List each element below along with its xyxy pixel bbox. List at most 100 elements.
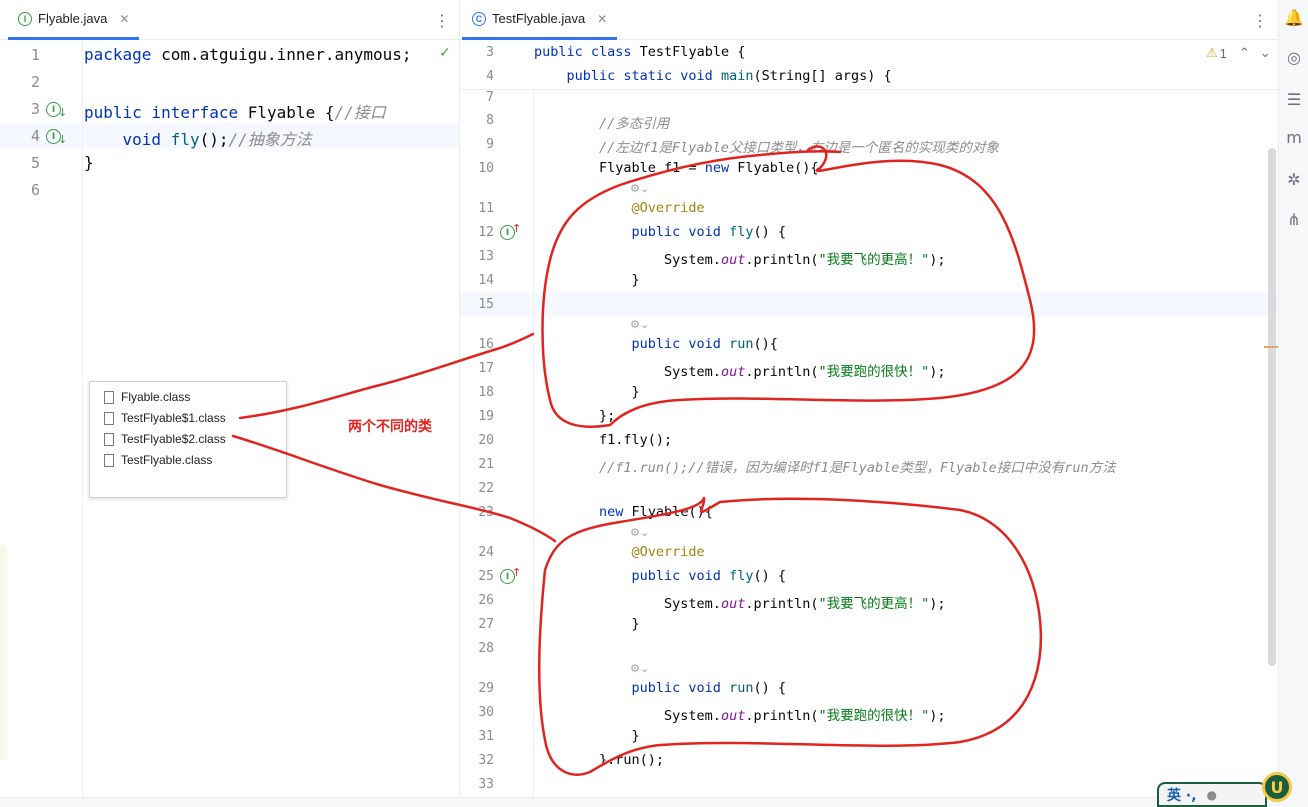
line-number[interactable]: 18 <box>460 385 494 400</box>
line-number[interactable]: 7 <box>460 90 494 105</box>
code-line[interactable]: public void fly() { <box>534 224 786 240</box>
line-number[interactable]: 10 <box>460 161 494 176</box>
code-line[interactable]: }; <box>534 408 615 424</box>
code-line[interactable]: @Override <box>534 544 705 560</box>
code-line[interactable]: System.out.println("我要跑的很快！"); <box>534 360 945 380</box>
line-number[interactable]: 12 <box>460 225 494 240</box>
ime-toolbar[interactable]: 英 ·, ● <box>1157 782 1267 807</box>
line-number[interactable]: 13 <box>460 249 494 264</box>
code-line[interactable]: package com.atguigu.inner.anymous; <box>84 45 412 64</box>
inspection-widget[interactable]: ⚠ 1 ⌃ ⌄ <box>1206 45 1271 61</box>
notifications-icon[interactable]: 🔔 <box>1284 8 1304 27</box>
code-line[interactable]: //多态引用 <box>534 112 669 132</box>
line-number[interactable]: 26 <box>460 593 494 608</box>
inlay-hint-icon[interactable]: ⚙⌄ <box>630 318 649 331</box>
code-line[interactable]: void fly();//抽象方法 <box>84 126 312 150</box>
line-number[interactable]: 6 <box>0 181 40 199</box>
code-token: (); <box>199 130 229 149</box>
line-number[interactable]: 20 <box>460 433 494 448</box>
code-line[interactable]: //f1.run();//错误，因为编译时f1是Flyable类型，Flyabl… <box>534 456 1116 476</box>
close-icon[interactable]: ✕ <box>597 12 607 26</box>
code-token: "我要跑的很快！" <box>818 364 930 380</box>
more-options-icon[interactable]: ⋮ <box>434 11 450 30</box>
code-token: ); <box>929 252 946 268</box>
close-icon[interactable]: ✕ <box>119 12 129 26</box>
code-line[interactable]: public interface Flyable {//接口 <box>84 99 386 123</box>
line-number[interactable]: 19 <box>460 409 494 424</box>
structure-icon[interactable]: ⋔ <box>1285 210 1303 229</box>
code-line[interactable]: } <box>534 616 640 632</box>
line-number[interactable]: 1 <box>0 46 40 64</box>
inlay-hint-icon[interactable]: ⚙⌄ <box>630 662 649 675</box>
code-line[interactable]: public class TestFlyable { <box>534 44 745 60</box>
code-token: System. <box>534 364 721 380</box>
ime-logo-icon[interactable]: U <box>1262 772 1292 802</box>
line-number[interactable]: 21 <box>460 457 494 472</box>
file-icon <box>104 432 114 446</box>
line-number[interactable]: 32 <box>460 753 494 768</box>
inlay-hint-icon[interactable]: ⚙⌄ <box>630 526 649 539</box>
line-number[interactable]: 8 <box>460 113 494 128</box>
line-number[interactable]: 24 <box>460 545 494 560</box>
line-number[interactable]: 4 <box>460 69 494 84</box>
code-token: "我要跑的很快！" <box>818 708 930 724</box>
code-line[interactable]: public void fly() { <box>534 568 786 584</box>
line-number[interactable]: 4 <box>0 127 40 145</box>
inlay-hint-icon[interactable]: ⚙⌄ <box>630 182 649 195</box>
line-number[interactable]: 25 <box>460 569 494 584</box>
line-number[interactable]: 27 <box>460 617 494 632</box>
code-line[interactable]: f1.fly(); <box>534 432 672 448</box>
code-line[interactable]: @Override <box>534 200 705 216</box>
code-token: .println( <box>745 364 819 380</box>
code-line[interactable]: System.out.println("我要飞的更高！"); <box>534 248 946 268</box>
ai-assistant-icon[interactable]: ◎ <box>1285 48 1303 67</box>
code-token: } <box>534 272 640 288</box>
annotation-label: 两个不同的类 <box>348 419 432 435</box>
no-problems-check-icon[interactable]: ✓ <box>439 45 451 61</box>
code-line[interactable]: }.run(); <box>534 752 664 768</box>
line-number[interactable]: 23 <box>460 505 494 520</box>
code-line[interactable]: } <box>534 272 640 288</box>
line-number[interactable]: 28 <box>460 641 494 656</box>
line-number[interactable]: 31 <box>460 729 494 744</box>
line-number[interactable]: 11 <box>460 201 494 216</box>
line-number[interactable]: 16 <box>460 337 494 352</box>
line-number[interactable]: 14 <box>460 273 494 288</box>
line-number[interactable]: 30 <box>460 705 494 720</box>
interface-icon: I <box>18 11 32 26</box>
line-number[interactable]: 33 <box>460 777 494 792</box>
file-icon <box>104 453 114 467</box>
code-line[interactable]: public static void main(String[] args) { <box>534 68 892 84</box>
right-tabbar: C TestFlyable.java ✕ ⋮ <box>460 0 1278 40</box>
maven-icon[interactable]: m <box>1285 128 1303 147</box>
code-token: out <box>720 364 746 380</box>
previous-highlight-icon[interactable]: ⌃ <box>1239 45 1250 61</box>
line-number[interactable]: 5 <box>0 154 40 172</box>
code-line[interactable]: public void run(){ <box>534 336 778 352</box>
code-line[interactable]: System.out.println("我要跑的很快！"); <box>534 704 945 724</box>
line-number[interactable]: 22 <box>460 481 494 496</box>
code-line[interactable]: public void run() { <box>534 680 786 696</box>
code-line[interactable]: } <box>534 384 640 400</box>
line-number[interactable]: 9 <box>460 137 494 152</box>
tab-flyable-java[interactable]: I Flyable.java ✕ <box>8 0 140 40</box>
code-line[interactable]: } <box>84 153 94 172</box>
line-number[interactable]: 2 <box>0 73 40 91</box>
more-options-icon[interactable]: ⋮ <box>1252 11 1268 30</box>
code-line[interactable]: //左边f1是Flyable父接口类型，右边是一个匿名的实现类的对象 <box>534 136 999 156</box>
tab-testflyable-java[interactable]: C TestFlyable.java ✕ <box>462 0 618 40</box>
line-number[interactable]: 15 <box>460 297 494 312</box>
next-highlight-icon[interactable]: ⌄ <box>1260 45 1271 61</box>
line-number[interactable]: 29 <box>460 681 494 696</box>
line-number[interactable]: 3 <box>460 45 494 60</box>
line-number[interactable]: 17 <box>460 361 494 376</box>
vertical-scrollbar[interactable] <box>1268 148 1276 666</box>
code-line[interactable]: new Flyable(){ <box>534 504 713 520</box>
code-line[interactable]: System.out.println("我要飞的更高！"); <box>534 592 945 612</box>
plugin-icon[interactable]: ✲ <box>1285 170 1303 189</box>
database-icon[interactable]: ☰ <box>1285 90 1303 109</box>
code-line[interactable]: } <box>534 728 640 744</box>
code-line[interactable]: Flyable f1 = new Flyable(){ <box>534 160 818 176</box>
line-number[interactable]: 3 <box>0 100 40 118</box>
sticky-header[interactable]: 3 public class TestFlyable { 4 public stat… <box>460 40 1278 90</box>
